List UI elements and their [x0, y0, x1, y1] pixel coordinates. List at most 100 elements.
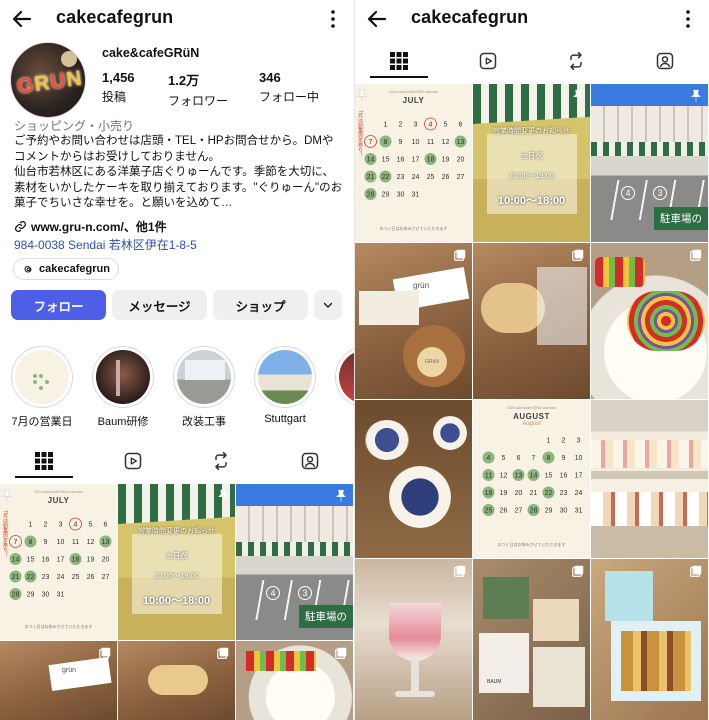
post-cookies[interactable] [118, 641, 235, 720]
following-count[interactable]: 346 フォロー中 [259, 70, 319, 105]
tab-reposts[interactable] [177, 444, 266, 478]
calendar-day: 3 [414, 122, 418, 129]
post-baked-goods[interactable]: grün GRüN [355, 243, 472, 399]
post-cake-showcase[interactable] [591, 400, 708, 558]
post-cookies[interactable] [473, 243, 590, 399]
carousel-icon [572, 565, 584, 577]
threads-badge[interactable]: cakecafegrun [13, 258, 119, 280]
hours-title: 営業時間変更のお知らせ [493, 128, 570, 135]
display-name: cake&cafeGRüN [102, 46, 200, 60]
tab-reposts[interactable] [532, 44, 621, 78]
posts-count[interactable]: 1,456 投稿 [102, 70, 135, 105]
calendar-day: 5 [502, 455, 506, 462]
profile-category: ショッピング・小売り [14, 119, 135, 133]
calendar-day: 5 [89, 522, 93, 529]
post-parking[interactable]: 4 3 駐車場の [591, 84, 708, 242]
post-blueberry-tarts[interactable] [355, 400, 472, 558]
calendar-day: 11 [427, 139, 434, 146]
header-username: cakecafegrun [56, 7, 174, 27]
tagged-person-icon [656, 52, 673, 70]
calendar-day: 21 [12, 574, 20, 581]
post-hours-change[interactable]: 営業時間変更のお知らせ 土日祝 10:00〜19:00 10:00〜18:00 [118, 484, 235, 640]
post-gift-boxes[interactable]: BAUM [473, 559, 590, 720]
calendar-day: 10 [575, 455, 583, 462]
repost-icon [570, 51, 582, 71]
post-fruit-cake[interactable] [591, 243, 708, 399]
post-baked-goods[interactable]: grün [0, 641, 117, 720]
follow-button[interactable]: フォロー [11, 290, 106, 320]
calendar-footnote: のつく日はお休みさせていただきます [497, 542, 566, 547]
post-assorted-gift[interactable] [591, 559, 708, 720]
post-july-calendar[interactable]: 2024 cake&cafeGRüN calendar JULY 7日は創業周年… [355, 84, 472, 242]
pin-icon [573, 89, 583, 102]
calendar-day: 8 [547, 455, 551, 462]
post-hours-change[interactable]: 営業時間変更のお知らせ 土日祝 10:00〜19:00 10:00〜18:00 [473, 84, 590, 242]
reels-icon [479, 52, 496, 70]
tab-reels[interactable] [444, 44, 533, 78]
hours-days: 土日祝 [520, 151, 543, 160]
profile-link[interactable]: www.gru-n.com/、他1件 [14, 218, 167, 235]
calendar-day: 16 [397, 157, 405, 164]
hours-title: 営業時間変更のお知らせ [138, 528, 215, 535]
parking-spot-b: 3 [653, 186, 667, 200]
right-panel: cakecafegrun 2024 cake&cafeGRüN calendar… [355, 0, 709, 720]
header-username: cakecafegrun [411, 7, 529, 27]
top-bar: cakecafegrun [0, 0, 354, 38]
more-options-icon[interactable] [685, 9, 691, 29]
profile-bio[interactable]: ご予約やお問い合わせは店頭・TEL・HPお問合せから。DMやコメントからはお受け… [14, 134, 344, 212]
post-july-calendar[interactable]: 2024 cake&cafeGRüN calendar JULY 7日は創業周年… [0, 484, 117, 640]
calendar-day: 31 [575, 508, 583, 515]
post-parking[interactable]: 4 3 駐車場の [236, 484, 353, 640]
calendar-day: 30 [42, 592, 50, 599]
calendar-day: 4 [74, 522, 78, 529]
calendar-day: 24 [412, 174, 420, 181]
highlight-july-hours[interactable]: 7月の営業日 [11, 346, 73, 429]
baum-box-label: BAUM [487, 679, 502, 685]
tab-reels[interactable] [89, 444, 178, 478]
repost-icon [215, 451, 227, 471]
calendar-day: 18 [485, 490, 493, 497]
calendar-day: 26 [87, 574, 95, 581]
profile-address[interactable]: 984-0038 Sendai 若林区伊在1-8-5 [14, 236, 197, 253]
calendar-day: 7 [532, 455, 536, 462]
back-arrow-icon[interactable] [10, 7, 34, 31]
calendar-day: 11 [485, 473, 492, 480]
profile-tabs [0, 444, 354, 478]
profile-avatar[interactable]: GRUN [10, 42, 86, 118]
post-august-calendar[interactable]: 2024 cake&cafeGRüN calendar AUGUST Augus… [473, 400, 590, 558]
suggested-accounts-button[interactable] [314, 290, 342, 320]
calendar-day: 18 [427, 157, 435, 164]
highlight-baum[interactable]: Baum研修 [92, 346, 154, 429]
chevron-down-icon [323, 302, 333, 308]
shop-button[interactable]: ショップ [213, 290, 308, 320]
highlight-renovation[interactable]: 改装工事 [173, 346, 235, 429]
calendar-day: 4 [487, 455, 491, 462]
calendar-day: 14 [12, 557, 20, 564]
carousel-icon [335, 647, 347, 659]
calendar-footnote: のつく日はお休みさせていただきます [379, 226, 448, 231]
message-button[interactable]: メッセージ [112, 290, 207, 320]
calendar-day: 31 [57, 592, 65, 599]
box-label: grün [413, 281, 430, 290]
calendar-day: 17 [57, 557, 65, 564]
threads-handle: cakecafegrun [39, 263, 110, 275]
calendar-day: 27 [457, 174, 465, 181]
followers-count[interactable]: 1.2万 フォロワー [168, 70, 228, 109]
highlight-stuttgart[interactable]: Stuttgart [254, 346, 316, 425]
tab-tagged[interactable] [621, 44, 709, 78]
carousel-icon [690, 249, 702, 261]
calendar-day: 23 [397, 174, 405, 181]
tab-posts-grid[interactable] [355, 44, 444, 78]
calendar-day: 22 [545, 490, 553, 497]
post-fruit-cake[interactable] [236, 641, 353, 720]
post-parfait[interactable] [355, 559, 472, 720]
highlight-partial[interactable]: A [335, 346, 354, 425]
tab-tagged[interactable] [266, 444, 355, 478]
back-arrow-icon[interactable] [365, 7, 389, 31]
calendar-day: 16 [560, 473, 568, 480]
calendar-day: 8 [29, 539, 33, 546]
calendar-day: 30 [560, 508, 568, 515]
tab-posts-grid[interactable] [0, 444, 89, 478]
calendar-day: 7 [369, 139, 373, 146]
more-options-icon[interactable] [330, 9, 336, 29]
